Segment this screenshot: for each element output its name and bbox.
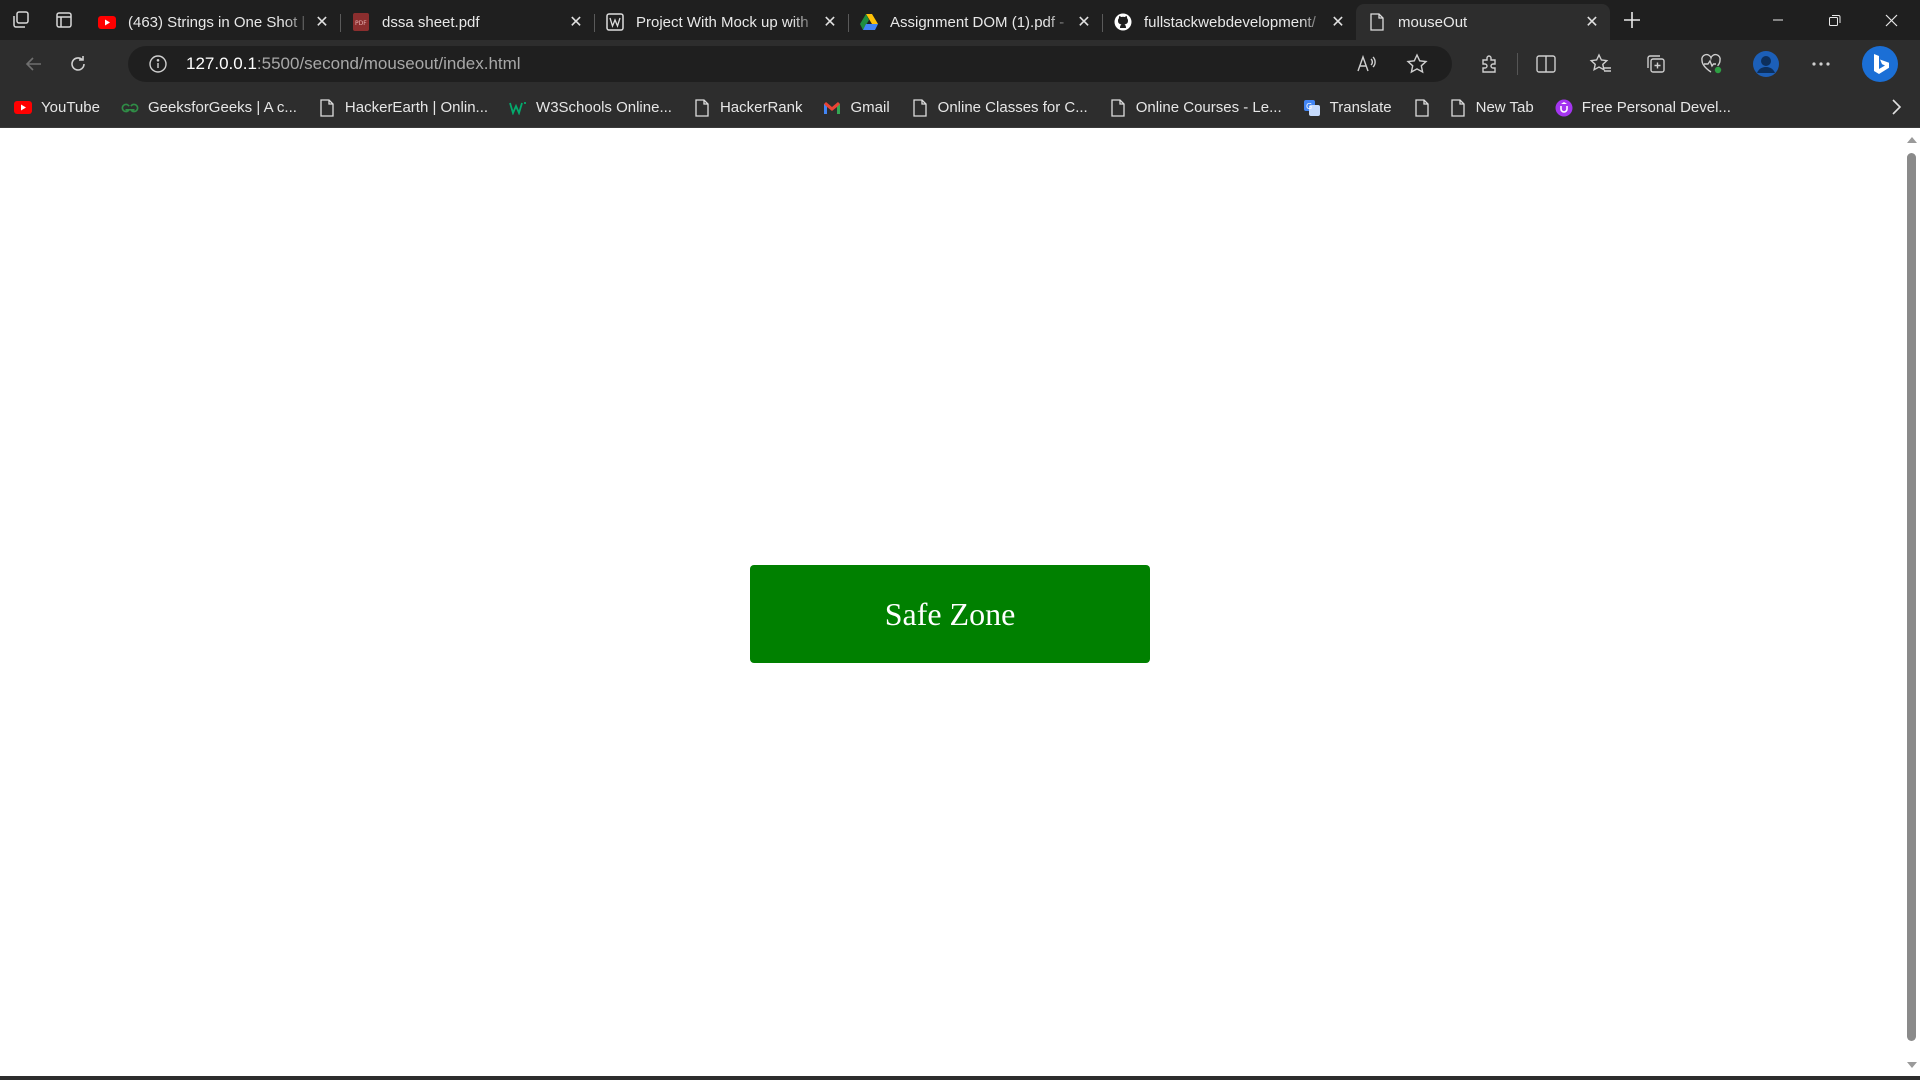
- bookmark-gmail[interactable]: Gmail: [823, 99, 890, 117]
- site-info-icon[interactable]: [138, 54, 178, 74]
- bookmark-label: Translate: [1329, 99, 1392, 116]
- collections-icon[interactable]: [1628, 46, 1683, 82]
- bookmark-label: HackerEarth | Onlin...: [344, 99, 489, 116]
- restore-icon[interactable]: [1806, 0, 1863, 40]
- close-icon[interactable]: ✕: [566, 12, 586, 32]
- url-text[interactable]: 127.0.0.1:5500/second/mouseout/index.htm…: [186, 54, 521, 74]
- page-icon: [1413, 98, 1431, 117]
- bookmark-youtube[interactable]: YouTube: [14, 99, 100, 117]
- performance-icon[interactable]: [1683, 46, 1738, 82]
- youtube-icon: [98, 13, 116, 31]
- svg-text:PDF: PDF: [355, 20, 367, 27]
- page-icon: [1109, 98, 1127, 117]
- page-icon: [1449, 98, 1467, 117]
- bookmark-hackerrank[interactable]: HackerRank: [693, 98, 803, 117]
- profile-avatar[interactable]: [1738, 46, 1793, 82]
- minimize-icon[interactable]: [1749, 0, 1806, 40]
- bookmark-label: New Tab: [1475, 99, 1534, 116]
- close-window-icon[interactable]: [1863, 0, 1920, 40]
- bookmark-label: Free Personal Devel...: [1581, 99, 1731, 116]
- geeksforgeeks-icon: [121, 99, 139, 117]
- close-icon[interactable]: ✕: [1328, 12, 1348, 32]
- settings-more-icon[interactable]: [1793, 46, 1848, 82]
- back-icon[interactable]: [12, 46, 56, 82]
- favorite-star-icon[interactable]: [1392, 53, 1442, 75]
- tab-project-mockup[interactable]: Project With Mock up with ✕: [594, 6, 848, 38]
- bookmark-label: W3Schools Online...: [536, 99, 672, 116]
- bookmark-label: GeeksforGeeks | A c...: [147, 99, 297, 116]
- scroll-down-arrow[interactable]: [1907, 1062, 1917, 1068]
- tab-strings-one-shot[interactable]: (463) Strings in One Shot | ✕: [86, 6, 340, 38]
- bookmark-label: Online Courses - Le...: [1135, 99, 1282, 116]
- google-drive-icon: [860, 13, 878, 31]
- gmail-icon: [823, 99, 841, 117]
- url-host: 127.0.0.1: [186, 54, 257, 73]
- bookmark-untitled[interactable]: [1413, 98, 1431, 117]
- url-path: :5500/second/mouseout/index.html: [256, 54, 521, 73]
- bookmark-label: YouTube: [41, 99, 100, 116]
- bookmark-w3schools[interactable]: W3Schools Online...: [509, 99, 672, 117]
- toolbar: 127.0.0.1:5500/second/mouseout/index.htm…: [0, 40, 1920, 88]
- bookmark-online-classes[interactable]: Online Classes for C...: [911, 98, 1088, 117]
- window-bottom-edge: [0, 1076, 1920, 1080]
- youtube-icon: [14, 99, 32, 117]
- tab-title: Assignment DOM (1).pdf -: [890, 13, 1065, 31]
- github-icon: [1114, 13, 1132, 31]
- tab-title: mouseOut: [1398, 13, 1468, 31]
- address-bar-actions: [1342, 46, 1442, 82]
- toolbar-right: [1462, 46, 1907, 82]
- safe-zone-button[interactable]: Safe Zone: [750, 565, 1150, 663]
- bookmark-label: HackerRank: [719, 99, 803, 116]
- udemy-icon: [1555, 99, 1573, 117]
- tab-dssa-sheet[interactable]: PDF dssa sheet.pdf ✕: [340, 6, 594, 38]
- close-icon[interactable]: ✕: [312, 12, 332, 32]
- favorites-icon[interactable]: [1573, 46, 1628, 82]
- pdf-icon: PDF: [352, 13, 370, 31]
- bookmark-translate[interactable]: G Translate: [1303, 99, 1392, 117]
- tab-actions-icon[interactable]: [42, 0, 86, 40]
- chevron-right-icon[interactable]: [1890, 98, 1902, 121]
- copilot-icon[interactable]: [1852, 46, 1907, 82]
- tab-strip: (463) Strings in One Shot | ✕ PDF dssa s…: [0, 0, 1920, 40]
- bookmark-new-tab[interactable]: New Tab: [1449, 98, 1534, 117]
- workspaces-icon[interactable]: [0, 0, 42, 40]
- bookmark-hackerearth[interactable]: HackerEarth | Onlin...: [318, 98, 489, 117]
- refresh-icon[interactable]: [56, 46, 100, 82]
- scroll-up-arrow[interactable]: [1907, 137, 1917, 143]
- tab-title: Project With Mock up with: [636, 13, 809, 31]
- page-viewport: Safe Zone: [0, 129, 1903, 1076]
- page-icon: [693, 98, 711, 117]
- bookmark-label: Gmail: [850, 99, 890, 116]
- tab-title: (463) Strings in One Shot |: [128, 13, 306, 31]
- vertical-scrollbar[interactable]: [1903, 129, 1920, 1076]
- bookmarks-bar: YouTube GeeksforGeeks | A c... HackerEar…: [0, 88, 1920, 128]
- split-screen-icon[interactable]: [1518, 46, 1573, 82]
- w3schools-icon: [509, 99, 527, 117]
- tab-title: fullstackwebdevelopment/: [1144, 13, 1316, 31]
- bookmark-online-courses[interactable]: Online Courses - Le...: [1109, 98, 1282, 117]
- new-tab-button[interactable]: [1610, 0, 1654, 40]
- tab-title: dssa sheet.pdf: [382, 13, 480, 31]
- tab-assignment-dom[interactable]: Assignment DOM (1).pdf - ✕: [848, 6, 1102, 38]
- page-icon: [911, 98, 929, 117]
- read-aloud-icon[interactable]: [1342, 54, 1392, 74]
- bookmark-geeksforgeeks[interactable]: GeeksforGeeks | A c...: [121, 99, 297, 117]
- close-icon[interactable]: ✕: [820, 12, 840, 32]
- close-icon[interactable]: ✕: [1074, 12, 1094, 32]
- translate-icon: G: [1303, 99, 1321, 117]
- close-icon[interactable]: ✕: [1582, 12, 1602, 32]
- page-icon: [1368, 13, 1386, 31]
- bookmark-label: Online Classes for C...: [937, 99, 1088, 116]
- address-bar[interactable]: 127.0.0.1:5500/second/mouseout/index.htm…: [128, 46, 1452, 82]
- wordpress-icon: [606, 13, 624, 31]
- window-controls: [1749, 0, 1920, 40]
- bookmark-free-personal-development[interactable]: Free Personal Devel...: [1555, 99, 1731, 117]
- tab-fullstack-github[interactable]: fullstackwebdevelopment/ ✕: [1102, 6, 1356, 38]
- svg-text:G: G: [1306, 102, 1312, 111]
- tab-mouseout[interactable]: mouseOut ✕: [1356, 4, 1610, 40]
- scrollbar-thumb[interactable]: [1907, 153, 1916, 1041]
- page-icon: [318, 98, 336, 117]
- extensions-icon[interactable]: [1462, 46, 1517, 82]
